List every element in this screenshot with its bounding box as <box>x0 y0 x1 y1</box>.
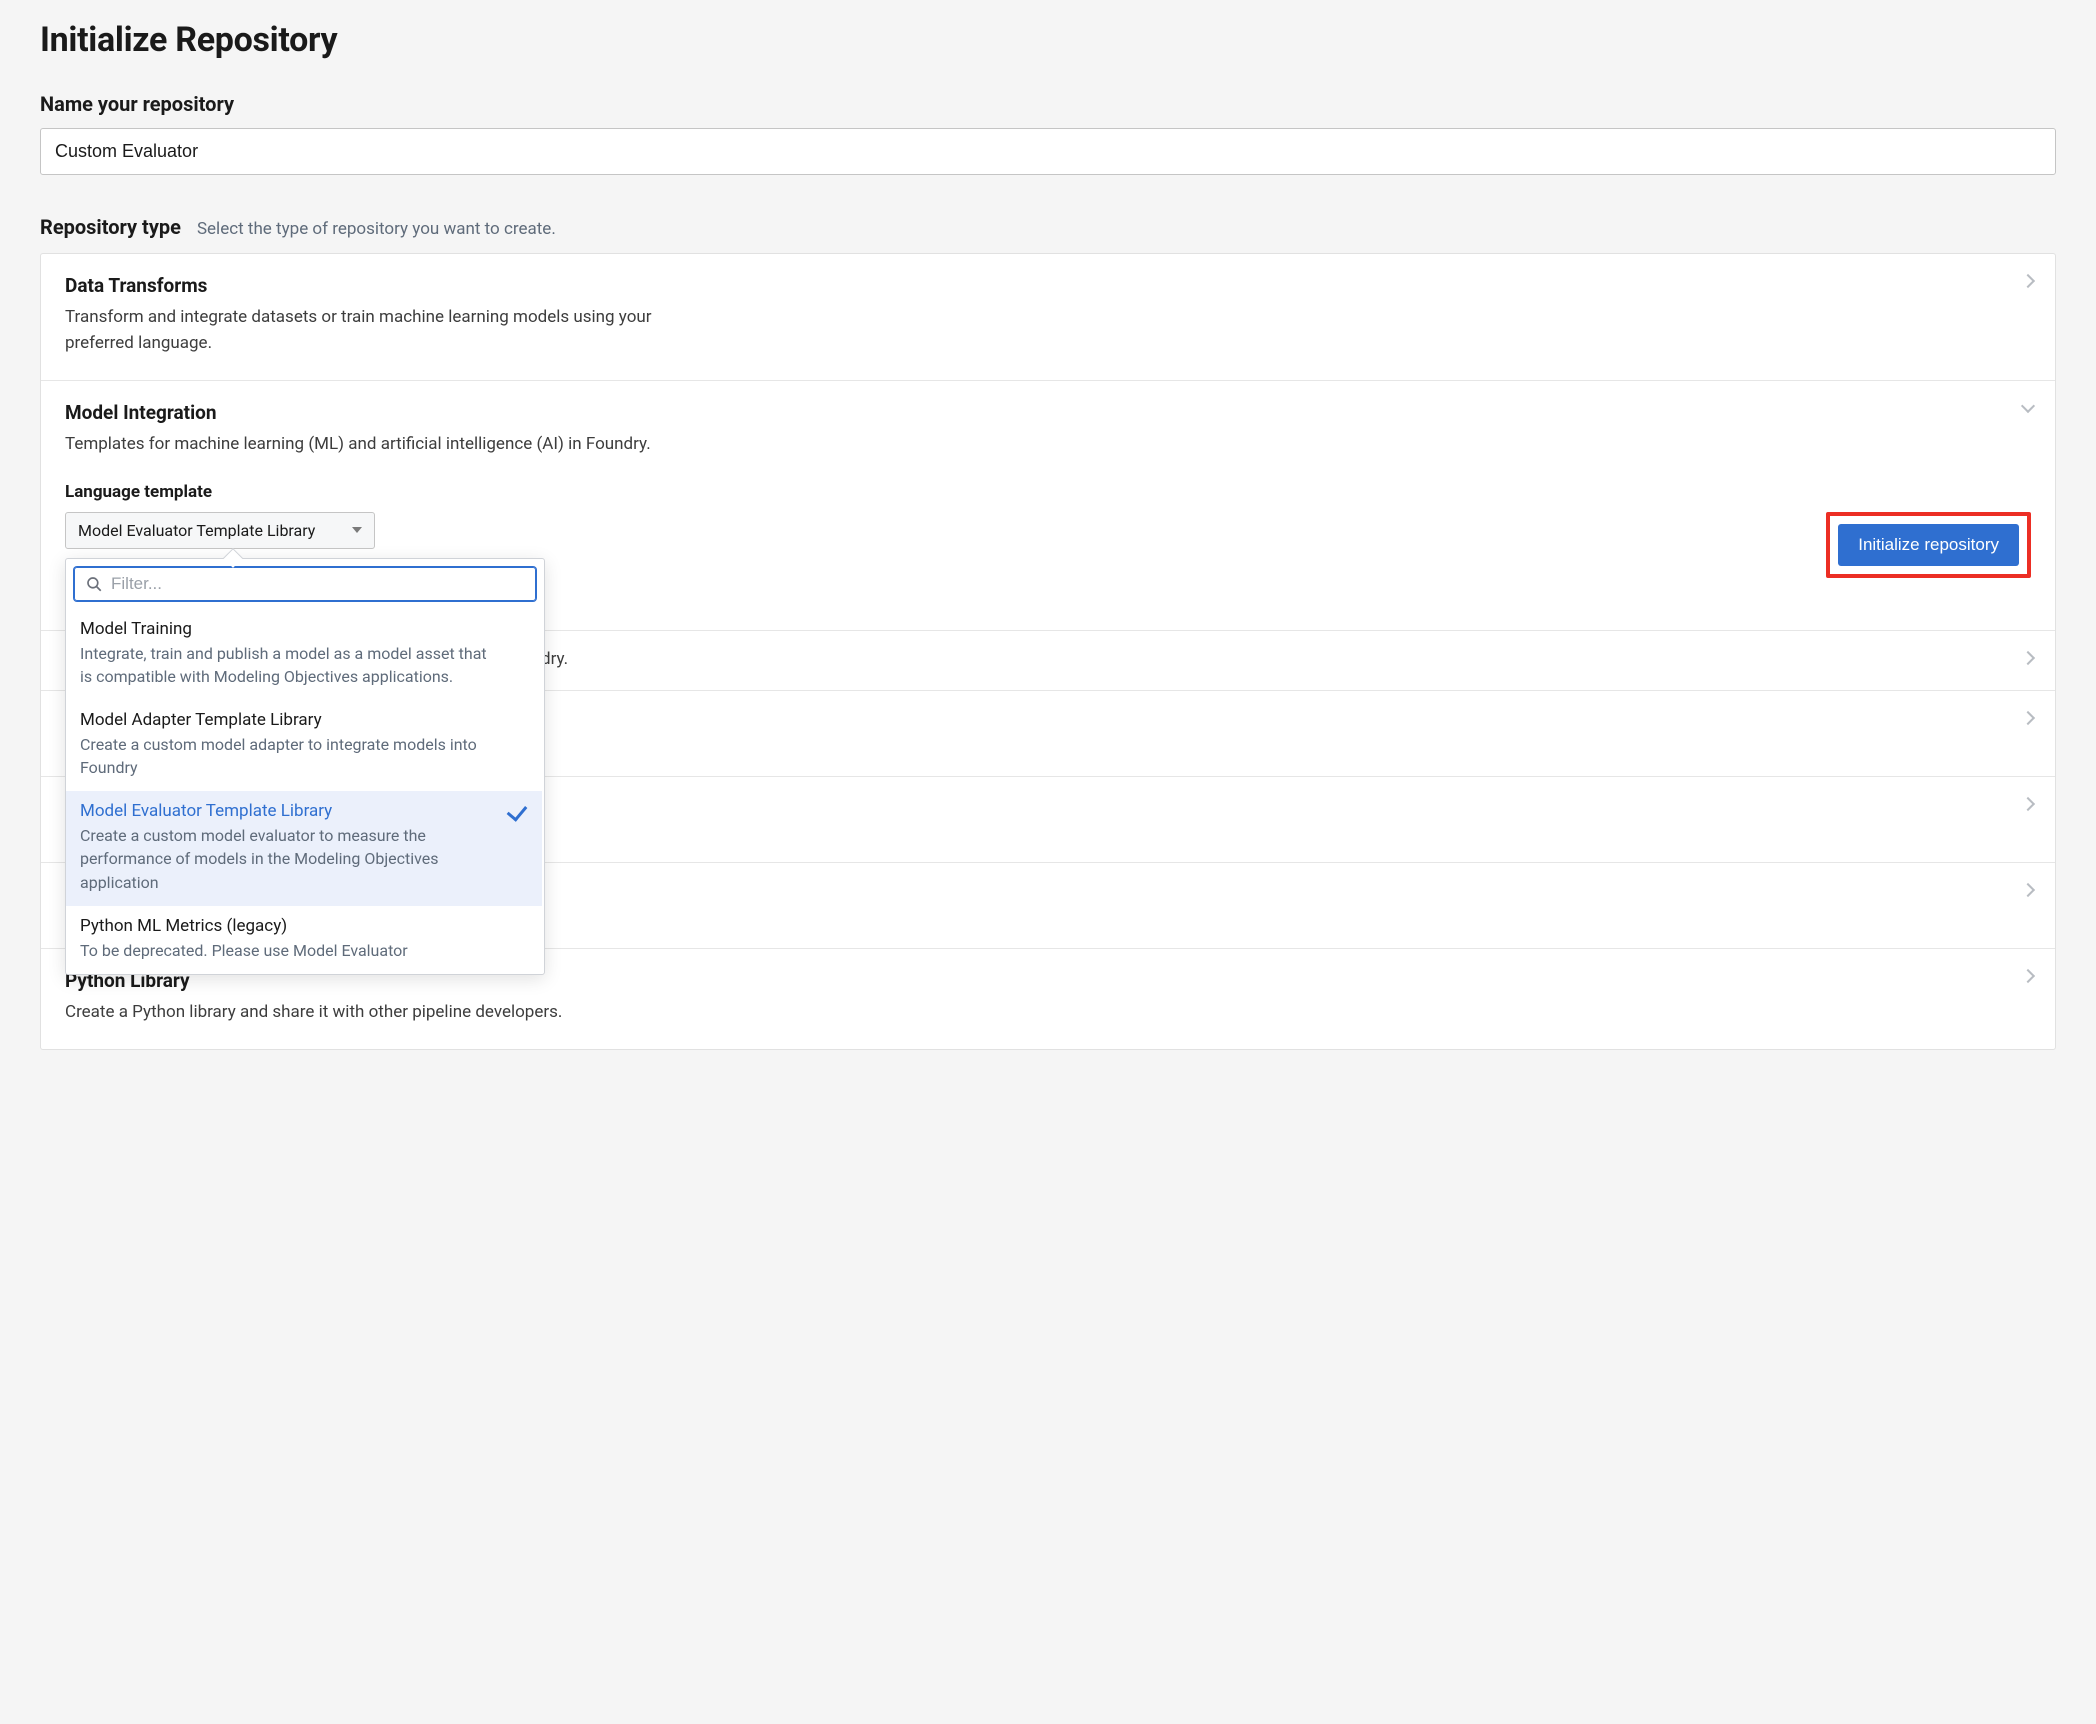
filter-input[interactable] <box>111 574 525 594</box>
dropdown-item-desc: Create a custom model adapter to integra… <box>80 733 528 779</box>
type-title: Data Transforms <box>65 274 2031 297</box>
dropdown-item-desc: Create a custom model evaluator to measu… <box>80 824 528 894</box>
initialize-repository-button[interactable]: Initialize repository <box>1838 524 2019 566</box>
dropdown-item-model-training[interactable]: Model Training Integrate, train and publ… <box>66 609 542 700</box>
filter-box <box>74 567 536 601</box>
repo-type-list: Data Transforms Transform and integrate … <box>40 253 2056 1050</box>
language-template-select[interactable]: Model Evaluator Template Library <box>65 512 375 549</box>
type-item-data-transforms[interactable]: Data Transforms Transform and integrate … <box>41 254 2055 380</box>
caret-down-icon <box>352 527 362 533</box>
repo-name-label: Name your repository <box>40 92 2056 116</box>
dropdown-item-title: Model Training <box>80 619 528 639</box>
initialize-highlight: Initialize repository <box>1826 512 2031 578</box>
dropdown-item-title: Python ML Metrics (legacy) <box>80 916 528 936</box>
dropdown-item-title: Model Adapter Template Library <box>80 710 528 730</box>
chevron-right-icon <box>2021 796 2035 810</box>
chevron-right-icon <box>2021 710 2035 724</box>
chevron-right-icon <box>2021 882 2035 896</box>
dropdown-item-python-ml-metrics[interactable]: Python ML Metrics (legacy) To be depreca… <box>66 906 542 974</box>
dropdown-item-desc: Integrate, train and publish a model as … <box>80 642 528 688</box>
type-desc: Templates for machine learning (ML) and … <box>65 432 705 458</box>
type-title: Model Integration <box>65 401 2031 424</box>
dropdown-item-title: Model Evaluator Template Library <box>80 801 528 821</box>
page-title: Initialize Repository <box>40 20 2056 60</box>
dropdown-item-desc: To be deprecated. Please use Model Evalu… <box>80 939 528 962</box>
chevron-right-icon <box>2021 650 2035 664</box>
language-template-selected: Model Evaluator Template Library <box>78 521 315 540</box>
language-template-label: Language template <box>65 482 2031 502</box>
partial-desc: dry. <box>541 649 568 669</box>
dropdown-list[interactable]: Model Training Integrate, train and publ… <box>66 609 544 975</box>
type-desc: Create a Python library and share it wit… <box>65 1000 2031 1026</box>
repo-type-hint: Select the type of repository you want t… <box>197 219 556 239</box>
type-desc: Transform and integrate datasets or trai… <box>65 305 705 356</box>
dropdown-item-model-evaluator[interactable]: Model Evaluator Template Library Create … <box>66 791 542 906</box>
search-icon <box>85 575 103 593</box>
language-template-dropdown: Model Training Integrate, train and publ… <box>65 558 545 976</box>
type-item-model-integration[interactable]: Model Integration Templates for machine … <box>41 380 2055 630</box>
repo-name-input[interactable] <box>40 128 2056 175</box>
dropdown-item-model-adapter[interactable]: Model Adapter Template Library Create a … <box>66 700 542 791</box>
repo-type-label: Repository type <box>40 215 181 239</box>
